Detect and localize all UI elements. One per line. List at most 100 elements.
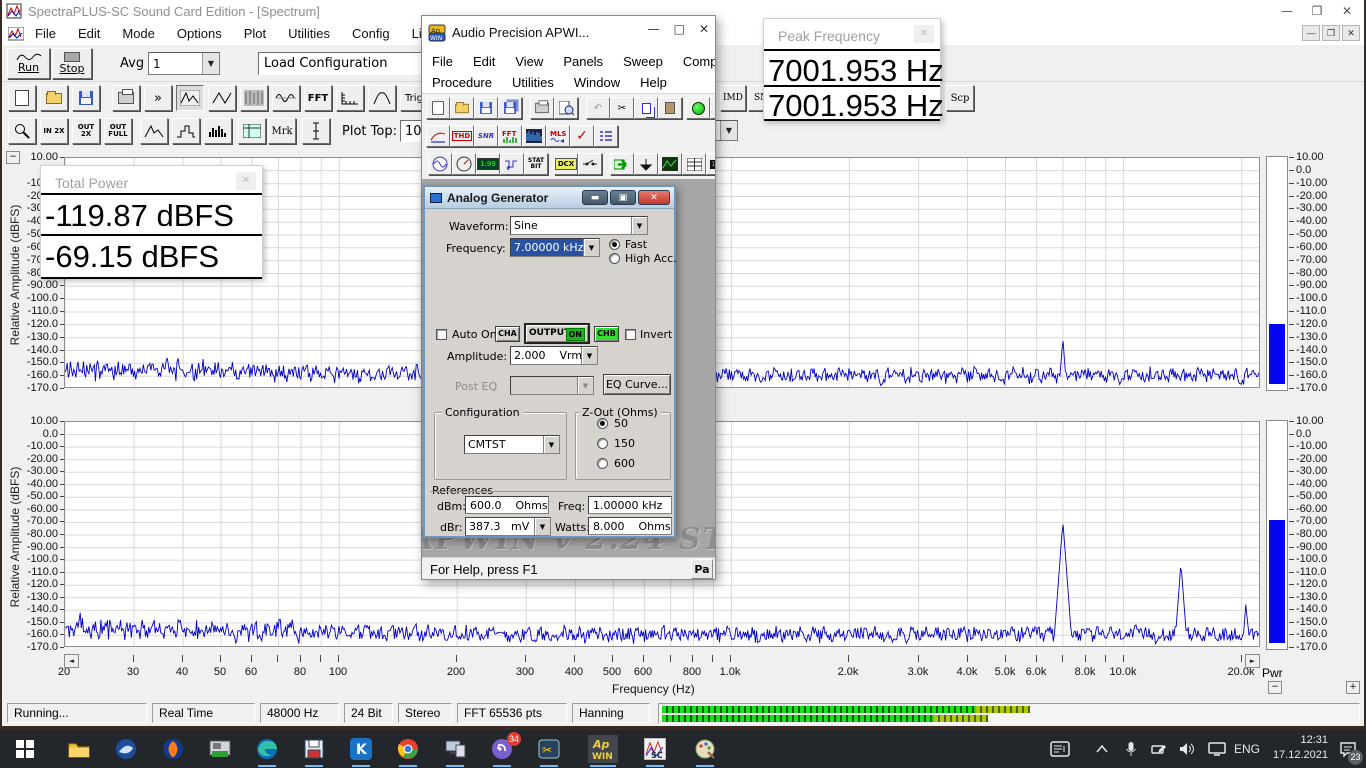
amplitude-combo[interactable]: 2.000 Vrms▼ bbox=[510, 346, 598, 365]
apwin-dcx-button[interactable]: DCX bbox=[554, 153, 578, 175]
post-eq-combo[interactable]: ▼ bbox=[510, 376, 594, 395]
apwin-menu-window[interactable]: Window bbox=[574, 75, 620, 90]
edge[interactable] bbox=[252, 735, 282, 763]
apwin-undo-button[interactable]: ↶ bbox=[586, 97, 610, 119]
apwin-graph-button[interactable] bbox=[658, 153, 682, 175]
apwin-open-button[interactable] bbox=[450, 97, 474, 119]
apwin-save-all-button[interactable] bbox=[498, 97, 522, 119]
chevron-down-icon[interactable]: ▼ bbox=[583, 239, 599, 256]
freq-ref-field[interactable]: 1.00000 kHz bbox=[588, 496, 672, 514]
apwin-fft-panel-button[interactable]: FFT bbox=[498, 125, 522, 147]
scroll-left-button[interactable]: ◄ bbox=[64, 654, 79, 668]
device-manager-app[interactable] bbox=[205, 735, 235, 763]
apwin-preview-button[interactable] bbox=[554, 97, 578, 119]
apwin-menu-sweep[interactable]: Sweep bbox=[623, 54, 663, 69]
display-icon[interactable] bbox=[1205, 735, 1229, 763]
apwin-stat-bit-button[interactable]: STAT BIT bbox=[524, 153, 548, 175]
dialog-minimize-button[interactable]: ▬ bbox=[582, 190, 608, 205]
spectraplus-sc[interactable]: SC bbox=[640, 735, 670, 763]
k-app[interactable]: K bbox=[346, 735, 376, 763]
apwin-snr-panel-button[interactable]: SNR bbox=[474, 125, 498, 147]
thunderbird[interactable] bbox=[111, 735, 141, 763]
scroll-right-button[interactable]: ► bbox=[1245, 654, 1260, 668]
apwin-bar-ruler-button[interactable]: 1.00 bbox=[706, 153, 716, 175]
outputs-button[interactable]: OUTPUTS ON bbox=[524, 323, 590, 344]
meter-zoom-out-button[interactable]: − bbox=[1268, 681, 1282, 694]
dbm-field[interactable]: 600.0 Ohms bbox=[465, 496, 549, 514]
eq-curve-button[interactable]: EQ Curve... bbox=[603, 374, 671, 395]
apwin-spectrum-panel-button[interactable] bbox=[522, 125, 546, 147]
apwin-menu-help[interactable]: Help bbox=[640, 75, 667, 90]
apwin-menu-procedure[interactable]: Procedure bbox=[432, 75, 492, 90]
apwin-minimize-button[interactable]: — bbox=[648, 22, 660, 36]
apwin-new-button[interactable] bbox=[426, 97, 450, 119]
zout-600-radio[interactable] bbox=[597, 458, 608, 469]
apwin-regulation-button[interactable]: ✓ bbox=[570, 125, 594, 147]
action-center-button[interactable]: 23 bbox=[1335, 735, 1361, 763]
apwin-switcher-button[interactable] bbox=[578, 153, 602, 175]
chevron-down-icon[interactable]: ▼ bbox=[631, 217, 647, 234]
apwin-list-button[interactable] bbox=[594, 125, 618, 147]
hardware-monitor[interactable] bbox=[440, 735, 470, 763]
language-indicator[interactable]: ENG bbox=[1234, 742, 1260, 756]
apwin-panel-tab[interactable]: Pa bbox=[691, 559, 713, 579]
dbr-combo[interactable]: 387.3 mV▼ bbox=[465, 517, 551, 536]
pen-icon[interactable] bbox=[1147, 735, 1171, 763]
apwin-data-editor-button[interactable] bbox=[682, 153, 706, 175]
chb-button[interactable]: CHB bbox=[594, 326, 619, 342]
meter-zoom-in-button[interactable]: + bbox=[1346, 681, 1360, 694]
microphone-icon[interactable] bbox=[1119, 735, 1143, 763]
watts-field[interactable]: 8.000 Ohms bbox=[588, 517, 672, 535]
apwin-save-button[interactable] bbox=[474, 97, 498, 119]
apwin-digital-io-button[interactable] bbox=[500, 153, 524, 175]
apwin-generator-on-button[interactable] bbox=[686, 97, 710, 119]
speaker-icon[interactable] bbox=[1176, 735, 1200, 763]
chrome[interactable] bbox=[393, 735, 423, 763]
close-icon[interactable]: ✕ bbox=[236, 172, 256, 190]
clock[interactable]: 12:3117.12.2021 bbox=[1268, 733, 1328, 763]
apwin-copy-button[interactable] bbox=[634, 97, 658, 119]
zout-50-radio[interactable] bbox=[597, 418, 608, 429]
dialog-restore-button[interactable]: ▣ bbox=[610, 190, 636, 205]
waveform-combo[interactable]: Sine▼ bbox=[510, 216, 648, 235]
audio-app[interactable] bbox=[158, 735, 188, 763]
news-icon[interactable] bbox=[1048, 735, 1072, 763]
zout-150-radio[interactable] bbox=[597, 438, 608, 449]
apwin-menu-utilities[interactable]: Utilities bbox=[512, 75, 554, 90]
hidden-icons-chevron[interactable] bbox=[1090, 735, 1114, 763]
apwin-settling-button[interactable] bbox=[634, 153, 658, 175]
apwin-menu-panels[interactable]: Panels bbox=[563, 54, 603, 69]
cha-button[interactable]: CHA bbox=[495, 326, 520, 342]
file-explorer[interactable] bbox=[64, 735, 94, 763]
high-acc-radio[interactable] bbox=[609, 253, 620, 264]
apwin-level-panel-button[interactable] bbox=[426, 125, 450, 147]
apwin-extra-button[interactable] bbox=[710, 97, 716, 119]
apwin-cut-button[interactable]: ✂ bbox=[610, 97, 634, 119]
apwin-analyzer-button[interactable] bbox=[452, 153, 476, 175]
apwin-thd-panel-button[interactable]: THD bbox=[450, 125, 474, 147]
chevron-down-icon[interactable]: ▼ bbox=[543, 436, 559, 453]
apwin-close-button[interactable]: ✕ bbox=[699, 22, 709, 36]
auto-on-checkbox[interactable] bbox=[436, 329, 447, 340]
apwin-maximize-button[interactable]: □ bbox=[674, 22, 685, 36]
dialog-close-button[interactable]: ✕ bbox=[638, 190, 670, 205]
apwin-paste-button[interactable] bbox=[658, 97, 682, 119]
chevron-down-icon[interactable]: ▼ bbox=[581, 347, 597, 364]
apwin-sweep-button[interactable] bbox=[610, 153, 634, 175]
invert-checkbox[interactable] bbox=[625, 329, 636, 340]
apwin-taskbar[interactable]: ApWIN bbox=[588, 735, 618, 763]
apwin-mls-panel-button[interactable]: MLS bbox=[546, 125, 570, 147]
configuration-combo[interactable]: CMTST▼ bbox=[464, 435, 560, 454]
snipping-tool[interactable]: ✂ bbox=[534, 735, 564, 763]
viber[interactable]: 34 bbox=[487, 735, 517, 763]
apwin-menu-view[interactable]: View bbox=[515, 54, 543, 69]
fast-radio[interactable] bbox=[609, 239, 620, 250]
frequency-combo[interactable]: 7.00000 kHz▼ bbox=[510, 238, 600, 257]
apwin-print-button[interactable] bbox=[530, 97, 554, 119]
apwin-digital-meter-button[interactable]: 1.99 bbox=[476, 153, 500, 175]
start-button[interactable] bbox=[10, 735, 40, 763]
paint-app[interactable] bbox=[690, 735, 720, 763]
winimage[interactable] bbox=[299, 735, 329, 763]
apwin-menu-compute[interactable]: Compute bbox=[683, 54, 716, 69]
apwin-generator-button[interactable] bbox=[428, 153, 452, 175]
